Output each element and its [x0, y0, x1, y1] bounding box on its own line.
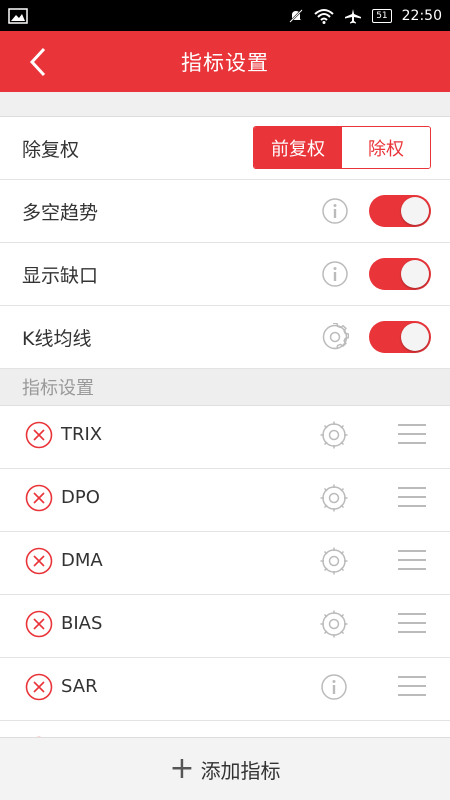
indicator-name: DMA	[61, 550, 103, 571]
adjust-segmented-control: 前复权 除权	[253, 126, 431, 169]
trend-row: 多空趋势	[0, 180, 450, 243]
list-item: DMA	[0, 532, 450, 595]
info-icon[interactable]	[319, 672, 349, 702]
drag-handle-icon[interactable]	[398, 613, 426, 635]
settings-list: 除复权 前复权 除权 多空趋势 显示缺口 K线均线 指标设置 TRIX DPO …	[0, 117, 450, 784]
indicator-list: TRIX DPO DMA BIAS SAR	[0, 406, 450, 784]
page-title: 指标设置	[181, 50, 269, 75]
gap-row: 显示缺口	[0, 243, 450, 306]
mute-icon	[289, 8, 303, 23]
adjust-row: 除复权 前复权 除权	[0, 117, 450, 180]
add-indicator-button[interactable]: + 添加指标	[0, 737, 450, 800]
list-item: DPO	[0, 469, 450, 532]
indicator-section-header: 指标设置	[0, 369, 450, 406]
gear-icon[interactable]	[319, 420, 349, 450]
toggle-knob	[401, 260, 429, 288]
kline-ma-row: K线均线	[0, 306, 450, 369]
battery-level: 51	[372, 8, 392, 23]
option-ex-rights[interactable]: 除权	[342, 127, 430, 168]
drag-handle-icon[interactable]	[398, 424, 426, 446]
indicator-name: SAR	[61, 676, 98, 697]
remove-circle-icon[interactable]	[24, 672, 54, 702]
remove-circle-icon[interactable]	[24, 609, 54, 639]
option-forward-adjust[interactable]: 前复权	[254, 127, 342, 168]
info-icon[interactable]	[321, 260, 349, 288]
kline-ma-toggle[interactable]	[369, 321, 431, 353]
toggle-knob	[401, 197, 429, 225]
app-header: 指标设置	[0, 31, 450, 92]
indicator-name: TRIX	[61, 424, 103, 445]
remove-circle-icon[interactable]	[24, 546, 54, 576]
list-item: TRIX	[0, 406, 450, 469]
trend-label: 多空趋势	[22, 201, 99, 224]
gap-toggle[interactable]	[369, 258, 431, 290]
gear-icon[interactable]	[319, 546, 349, 576]
list-item: SAR	[0, 658, 450, 721]
back-arrow-icon[interactable]	[24, 45, 54, 79]
status-bar: 51 22:50	[0, 0, 450, 31]
indicator-name: BIAS	[61, 613, 103, 634]
add-indicator-label: 添加指标	[200, 758, 281, 783]
drag-handle-icon[interactable]	[398, 676, 426, 698]
indicator-name: DPO	[61, 487, 100, 508]
trend-toggle[interactable]	[369, 195, 431, 227]
gear-icon[interactable]	[321, 323, 349, 351]
info-icon[interactable]	[321, 197, 349, 225]
image-notification-icon	[8, 7, 28, 24]
gap-label: 显示缺口	[22, 264, 99, 287]
list-item: BIAS	[0, 595, 450, 658]
gear-icon[interactable]	[319, 609, 349, 639]
drag-handle-icon[interactable]	[398, 550, 426, 572]
gear-icon[interactable]	[319, 483, 349, 513]
drag-handle-icon[interactable]	[398, 487, 426, 509]
toggle-knob	[401, 323, 429, 351]
section-title: 指标设置	[22, 378, 94, 399]
wifi-icon	[314, 8, 334, 24]
remove-circle-icon[interactable]	[24, 420, 54, 450]
kline-ma-label: K线均线	[22, 327, 92, 350]
airplane-icon	[345, 8, 362, 23]
clock: 22:50	[401, 7, 442, 24]
plus-icon: +	[169, 751, 195, 786]
header-spacer	[0, 92, 450, 117]
adjust-label: 除复权	[22, 138, 80, 161]
remove-circle-icon[interactable]	[24, 483, 54, 513]
